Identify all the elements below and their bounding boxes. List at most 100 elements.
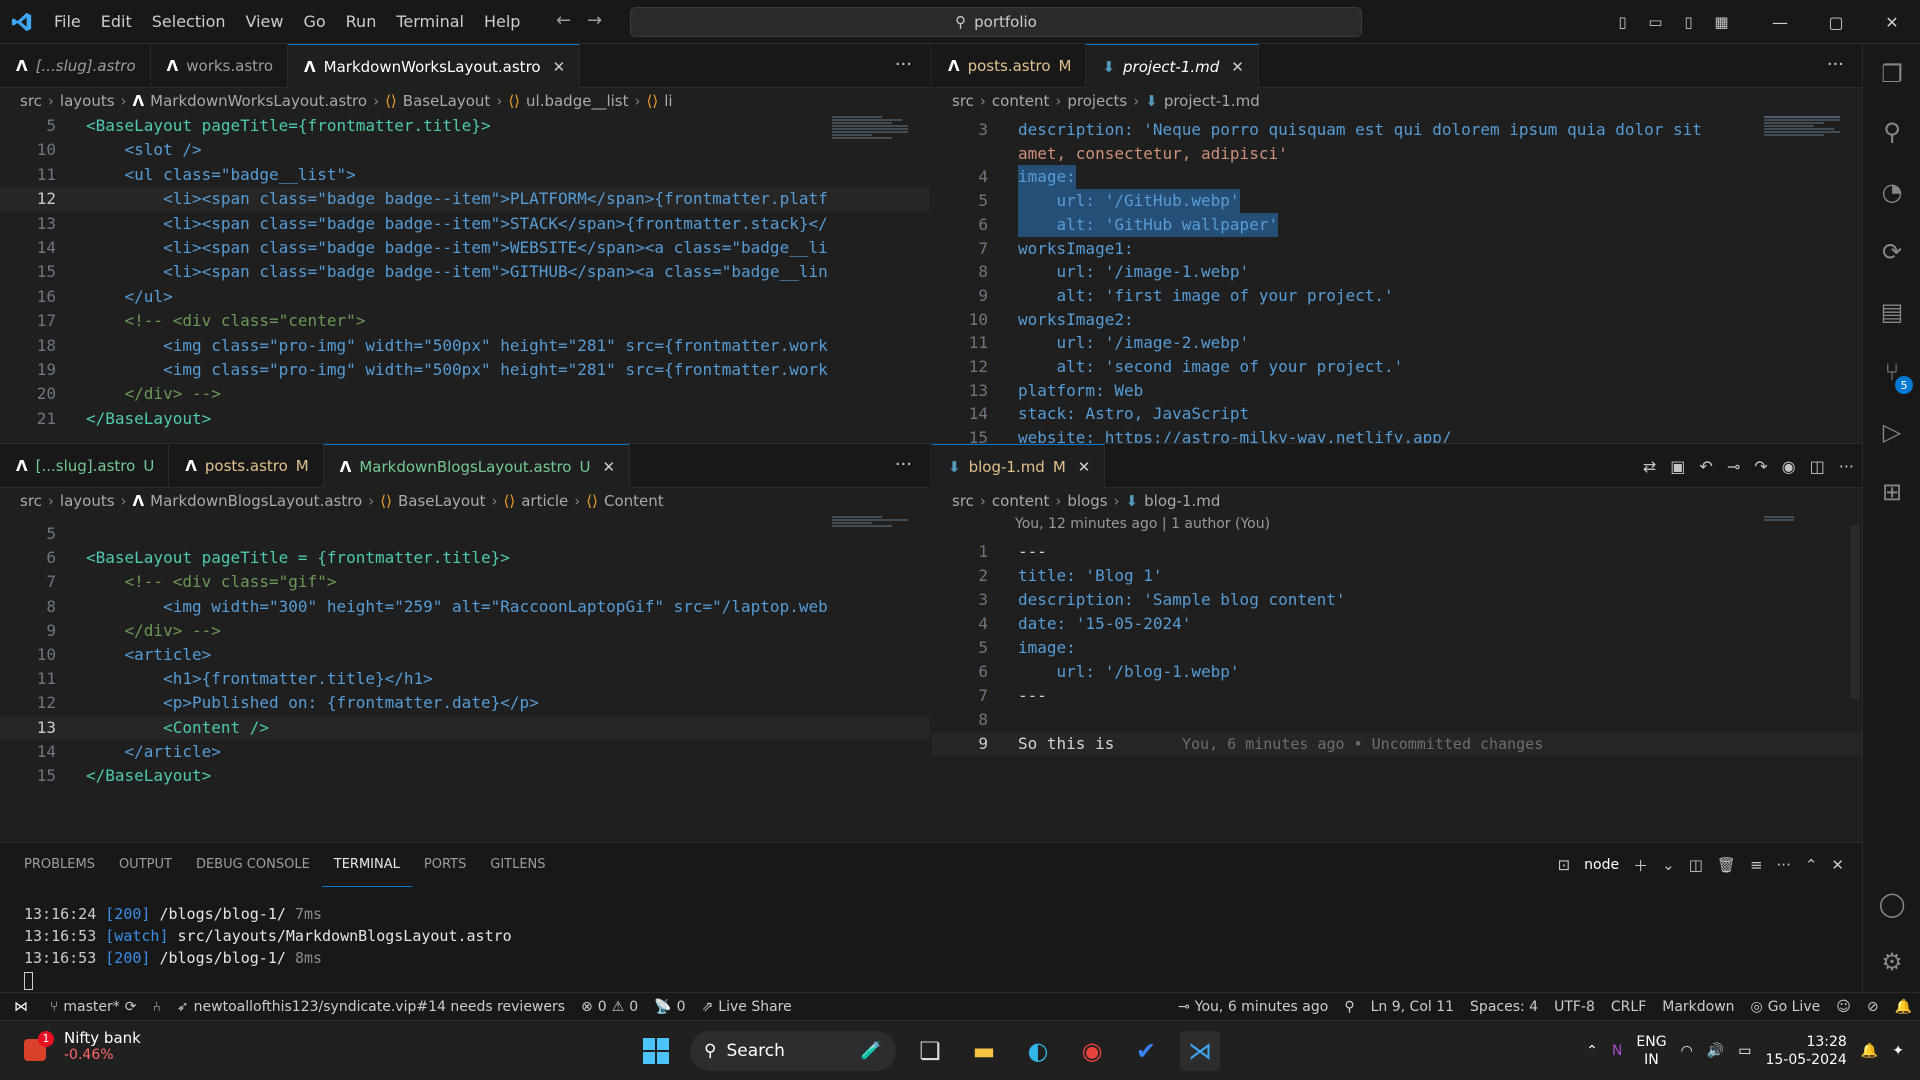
- more-actions-icon[interactable]: ···: [895, 454, 912, 475]
- tab-debug-console[interactable]: DEBUG CONSOLE: [184, 843, 322, 887]
- tab-output[interactable]: OUTPUT: [107, 843, 184, 887]
- code-line[interactable]: 13 <li><span class="badge badge--item">S…: [0, 212, 930, 236]
- chrome-icon[interactable]: ◉: [1072, 1031, 1112, 1071]
- taskbar-search[interactable]: ⚲ Search 🧪: [690, 1031, 896, 1071]
- breadcrumb-item[interactable]: content: [992, 92, 1049, 110]
- breadcrumb-item[interactable]: ul.badge__list: [526, 92, 628, 110]
- code-line[interactable]: 7 <!-- <div class="gif">: [0, 570, 930, 594]
- scrollbar[interactable]: [1850, 526, 1860, 698]
- more-actions-icon[interactable]: ···: [895, 54, 912, 75]
- run-debug-icon[interactable]: ▷: [1863, 408, 1920, 456]
- breadcrumb-item[interactable]: projects: [1067, 92, 1127, 110]
- code-line[interactable]: 20 </div> -->: [0, 382, 930, 406]
- minimap[interactable]: [1764, 116, 1844, 137]
- tab-project-1-md[interactable]: ⬇ project-1.md ✕: [1086, 44, 1259, 88]
- code-line[interactable]: 12 <p>Published on: {frontmatter.date}</…: [0, 691, 930, 715]
- ports-status[interactable]: 📡 0: [646, 999, 693, 1015]
- terminal-name[interactable]: node: [1584, 857, 1619, 873]
- code-line[interactable]: 6 <BaseLayout pageTitle = {frontmatter.ti…: [0, 546, 930, 570]
- previous-change-icon[interactable]: ↶: [1699, 457, 1712, 476]
- branch-status[interactable]: ⑂ master* ⟳: [42, 999, 145, 1015]
- encoding[interactable]: UTF-8: [1546, 999, 1603, 1015]
- copilot-taskbar-icon[interactable]: ✦: [1892, 1043, 1904, 1059]
- cursor-position[interactable]: Ln 9, Col 11: [1363, 999, 1462, 1015]
- clock[interactable]: 13:28 15-05-2024: [1765, 1033, 1846, 1069]
- chevron-down-icon[interactable]: ⌄: [1662, 856, 1675, 874]
- code-line[interactable]: 8: [932, 708, 1862, 732]
- code-line[interactable]: 15 website: https://astro-milky-way.netli…: [932, 426, 1862, 443]
- split-terminal-icon[interactable]: ◫: [1689, 856, 1703, 874]
- new-terminal-icon[interactable]: ＋: [1633, 855, 1648, 876]
- toggle-primary-sidebar-icon[interactable]: ▯: [1606, 13, 1639, 31]
- code-line[interactable]: 14 stack: Astro, JavaScript: [932, 402, 1862, 426]
- compare-changes-icon[interactable]: ⇄: [1643, 457, 1656, 476]
- notifications-icon[interactable]: 🔔: [1861, 1043, 1878, 1059]
- wifi-icon[interactable]: ◠: [1681, 1043, 1693, 1059]
- toggle-secondary-sidebar-icon[interactable]: ▯: [1672, 13, 1705, 31]
- code-line[interactable]: 19 <img class="pro-img" width="500px" he…: [0, 358, 930, 382]
- zoom-icon[interactable]: ⚲: [1336, 999, 1362, 1015]
- windows-start-icon[interactable]: [636, 1031, 676, 1071]
- explorer-icon[interactable]: ❐: [1863, 50, 1920, 98]
- breadcrumb-item[interactable]: BaseLayout: [403, 92, 491, 110]
- code-line[interactable]: 6 alt: 'GitHub wallpaper': [932, 212, 1862, 237]
- tab-terminal[interactable]: TERMINAL: [321, 843, 412, 887]
- remote-icon[interactable]: ⋈: [0, 993, 42, 1021]
- code-line[interactable]: 12 <li><span class="badge badge--item">P…: [0, 187, 930, 212]
- gitlens-icon[interactable]: ◉: [1782, 457, 1796, 476]
- code-line[interactable]: 4 image:: [932, 165, 1862, 190]
- breadcrumb-item[interactable]: src: [952, 492, 974, 510]
- breadcrumb-item[interactable]: MarkdownWorksLayout.astro: [150, 92, 367, 110]
- accounts-icon[interactable]: ◯: [1863, 880, 1920, 928]
- widgets-button[interactable]: 1 Nifty bank -0.46%: [24, 1029, 141, 1063]
- code-line[interactable]: 14 <li><span class="badge badge--item">W…: [0, 236, 930, 260]
- menu-terminal[interactable]: Terminal: [386, 12, 474, 31]
- input-language[interactable]: ENG IN: [1636, 1033, 1666, 1069]
- trash-icon[interactable]: 🗑: [1717, 856, 1736, 874]
- edge-icon[interactable]: ◐: [1018, 1031, 1058, 1071]
- code-line[interactable]: 11 <h1>{frontmatter.title}</h1>: [0, 667, 930, 691]
- close-tab-icon[interactable]: ✕: [1078, 458, 1091, 476]
- breadcrumb-item[interactable]: blogs: [1067, 492, 1107, 510]
- vscode-taskbar-icon[interactable]: ⋊: [1180, 1031, 1220, 1071]
- tab-slug-astro[interactable]: Λ [...slug].astro: [0, 44, 151, 88]
- code-line[interactable]: 7 ---: [932, 684, 1862, 708]
- code-line[interactable]: 1 ---: [932, 540, 1862, 564]
- menu-go[interactable]: Go: [293, 12, 335, 31]
- code-line[interactable]: 8 url: '/image-1.webp': [932, 260, 1862, 284]
- end-of-line[interactable]: CRLF: [1603, 999, 1654, 1015]
- sync-icon[interactable]: ⟳: [125, 999, 137, 1015]
- feedback-icon[interactable]: ☺: [1828, 999, 1859, 1015]
- tab-gitlens[interactable]: GITLENS: [478, 843, 557, 887]
- breadcrumb-item[interactable]: layouts: [60, 92, 115, 110]
- tab-blog-1-md[interactable]: ⬇ blog-1.md M ✕: [932, 444, 1106, 488]
- codelens-blame[interactable]: You, 12 minutes ago | 1 author (You): [1015, 516, 1270, 532]
- breadcrumb-item[interactable]: Content: [604, 492, 664, 510]
- more-actions-icon[interactable]: ···: [1827, 54, 1844, 75]
- tab-problems[interactable]: PROBLEMS: [12, 843, 107, 887]
- file-explorer-icon[interactable]: ▬: [964, 1031, 1004, 1071]
- tab-posts-astro[interactable]: Λ posts.astro M: [932, 44, 1087, 88]
- minimize-button[interactable]: —: [1752, 13, 1808, 32]
- show-hidden-icons-icon[interactable]: ⌃: [1586, 1043, 1598, 1059]
- code-line[interactable]: 18 <img class="pro-img" width="500px" he…: [0, 334, 930, 358]
- more-actions-icon[interactable]: ···: [1839, 457, 1854, 476]
- split-editor-icon[interactable]: ◫: [1810, 457, 1825, 476]
- code-line[interactable]: 8 <img width="300" height="259" alt="Rac…: [0, 595, 930, 619]
- code-line[interactable]: 9 alt: 'first image of your project.': [932, 284, 1862, 308]
- code-line[interactable]: 11 <ul class="badge__list">: [0, 163, 930, 187]
- remote-explorer-icon[interactable]: ⟳: [1863, 228, 1920, 276]
- code-line[interactable]: 14 </article>: [0, 740, 930, 764]
- copilot-icon[interactable]: ⊘: [1859, 999, 1887, 1015]
- code-line[interactable]: 3 description: 'Sample blog content': [932, 588, 1862, 612]
- code-editor[interactable]: 3 description: 'Neque porro quisquam est …: [932, 118, 1862, 443]
- open-preview-icon[interactable]: ▣: [1670, 457, 1685, 476]
- breadcrumb-item[interactable]: blog-1.md: [1144, 492, 1220, 510]
- code-line[interactable]: 13 <Content />: [0, 715, 930, 740]
- customize-layout-icon[interactable]: ▦: [1705, 13, 1738, 31]
- code-line[interactable]: 17 <!-- <div class="center">: [0, 309, 930, 333]
- code-line[interactable]: 6 url: '/blog-1.webp': [932, 660, 1862, 684]
- breadcrumb-item[interactable]: li: [664, 92, 672, 110]
- toggle-panel-icon[interactable]: ▭: [1639, 13, 1672, 31]
- code-line[interactable]: 7 worksImage1:: [932, 237, 1862, 261]
